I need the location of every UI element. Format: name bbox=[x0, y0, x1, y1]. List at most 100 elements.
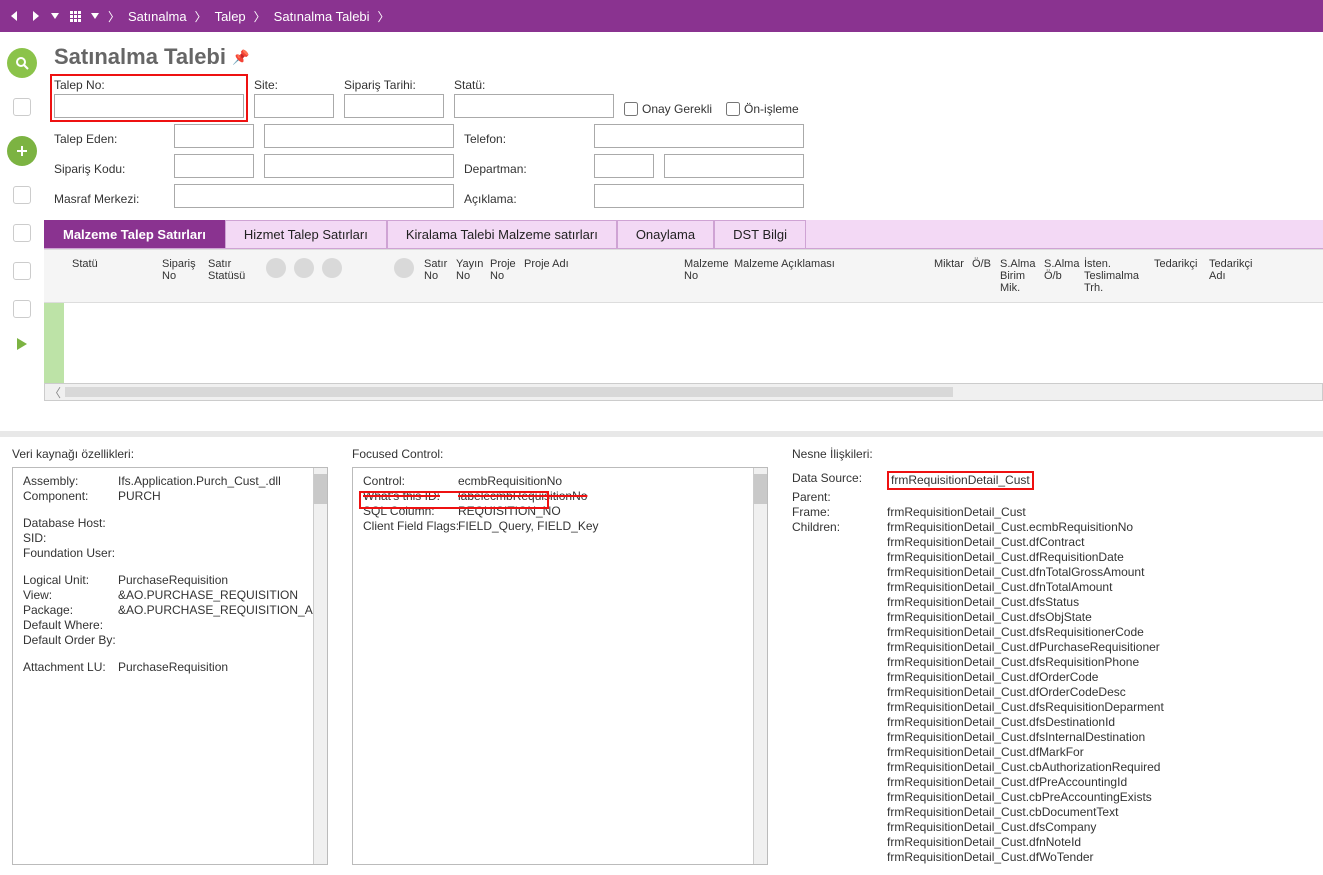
col-siparis-no[interactable]: Sipariş No bbox=[156, 256, 202, 296]
p3-children-label: Children: bbox=[792, 520, 887, 865]
nav-dropdown-icon[interactable] bbox=[46, 7, 64, 25]
breadcrumb-sep: 〉 bbox=[193, 8, 209, 25]
col-satir-statusu[interactable]: Satır Statüsü bbox=[202, 256, 262, 296]
p3-child-item: frmRequisitionDetail_Cust.dfsCompany bbox=[887, 820, 1311, 835]
col-miktar[interactable]: Miktar bbox=[928, 256, 966, 296]
p3-child-item: frmRequisitionDetail_Cust.dfRequisitionD… bbox=[887, 550, 1311, 565]
sidebar-expand-icon[interactable] bbox=[17, 338, 27, 350]
telefon-input[interactable] bbox=[594, 124, 804, 148]
talep-eden-code-input[interactable] bbox=[174, 124, 254, 148]
app-grid-dropdown-icon[interactable] bbox=[86, 7, 104, 25]
p3-child-item: frmRequisitionDetail_Cust.dfnTotalGrossA… bbox=[887, 565, 1311, 580]
grid-body[interactable] bbox=[44, 303, 1323, 383]
p3-frame-value: frmRequisitionDetail_Cust bbox=[887, 505, 1311, 520]
on-isleme-checkbox[interactable]: Ön-işleme bbox=[726, 102, 799, 116]
tab-dst-bilgi[interactable]: DST Bilgi bbox=[714, 220, 806, 248]
col-malzeme-aciklamasi[interactable]: Malzeme Açıklaması bbox=[728, 256, 928, 296]
panel2-title: Focused Control: bbox=[352, 447, 768, 461]
col-teslimalma-trh[interactable]: İsten. Teslimalma Trh. bbox=[1078, 256, 1148, 296]
nav-back-icon[interactable] bbox=[6, 7, 24, 25]
p3-child-item: frmRequisitionDetail_Cust.dfPurchaseRequ… bbox=[887, 640, 1311, 655]
sidebar-icon-5[interactable] bbox=[13, 300, 31, 318]
aciklama-input[interactable] bbox=[594, 184, 804, 208]
breadcrumb-sep: 〉 bbox=[376, 8, 392, 25]
talep-no-label: Talep No: bbox=[54, 78, 244, 92]
siparis-kodu-label: Sipariş Kodu: bbox=[54, 162, 164, 176]
col-salma-ob[interactable]: S.Alma Ö/b bbox=[1038, 256, 1078, 296]
siparis-kodu-code-input[interactable] bbox=[174, 154, 254, 178]
tab-kiralama-talebi[interactable]: Kiralama Talebi Malzeme satırları bbox=[387, 220, 617, 248]
app-grid-icon[interactable] bbox=[66, 7, 84, 25]
p3-child-item: frmRequisitionDetail_Cust.dfOrderCodeDes… bbox=[887, 685, 1311, 700]
p3-child-item: frmRequisitionDetail_Cust.dfnNoteId bbox=[887, 835, 1311, 850]
page-title: Satınalma Talebi bbox=[54, 44, 226, 70]
p1-component-label: Component: bbox=[23, 489, 118, 504]
breadcrumb-3[interactable]: Satınalma Talebi bbox=[270, 9, 374, 24]
col-tedarikci-adi[interactable]: Tedarikçi Adı bbox=[1203, 256, 1258, 296]
p1-deforder-value bbox=[118, 633, 324, 648]
nav-forward-icon[interactable] bbox=[26, 7, 44, 25]
sidebar-icon-4[interactable] bbox=[13, 262, 31, 280]
p1-defwhere-value bbox=[118, 618, 324, 633]
onay-gerekli-checkbox[interactable]: Onay Gerekli bbox=[624, 102, 712, 116]
grid-row-marker bbox=[44, 303, 64, 383]
departman-code-input[interactable] bbox=[594, 154, 654, 178]
col-salma-birim[interactable]: S.Alma Birim Mik. bbox=[994, 256, 1038, 296]
siparis-kodu-desc-input[interactable] bbox=[264, 154, 454, 178]
tab-onaylama[interactable]: Onaylama bbox=[617, 220, 714, 248]
pin-icon[interactable]: 📌 bbox=[232, 49, 249, 66]
col-satir-no[interactable]: Satır No bbox=[418, 256, 450, 296]
talep-eden-name-input[interactable] bbox=[264, 124, 454, 148]
add-button[interactable] bbox=[7, 136, 37, 166]
p1-lu-label: Logical Unit: bbox=[23, 573, 118, 588]
breadcrumb-1[interactable]: Satınalma bbox=[124, 9, 191, 24]
col-circle-4[interactable] bbox=[394, 258, 414, 278]
p1-component-value: PURCH bbox=[118, 489, 324, 504]
grid-hscroll[interactable]: 〈 bbox=[44, 383, 1323, 401]
col-circle-3[interactable] bbox=[322, 258, 342, 278]
p3-child-item: frmRequisitionDetail_Cust.dfsRequisition… bbox=[887, 625, 1311, 640]
panel2-scrollbar[interactable] bbox=[753, 468, 767, 864]
tab-malzeme-talep[interactable]: Malzeme Talep Satırları bbox=[44, 220, 225, 248]
panel1-scrollbar[interactable] bbox=[313, 468, 327, 864]
site-input[interactable] bbox=[254, 94, 334, 118]
col-circle-2[interactable] bbox=[294, 258, 314, 278]
p1-attlu-label: Attachment LU: bbox=[23, 660, 118, 675]
col-statu[interactable]: Statü bbox=[66, 256, 156, 296]
col-circle-1[interactable] bbox=[266, 258, 286, 278]
p3-child-item: frmRequisitionDetail_Cust.dfContract bbox=[887, 535, 1311, 550]
departman-desc-input[interactable] bbox=[664, 154, 804, 178]
siparis-tarihi-input[interactable] bbox=[344, 94, 444, 118]
talep-no-input[interactable] bbox=[54, 94, 244, 118]
p3-child-item: frmRequisitionDetail_Cust.dfsRequisition… bbox=[887, 700, 1311, 715]
col-malzeme-no[interactable]: Malzeme No bbox=[678, 256, 728, 296]
form-area: Talep No: Site: Sipariş Tarihi: Statü: O… bbox=[44, 74, 1323, 220]
sidebar-icon-3[interactable] bbox=[13, 224, 31, 242]
p3-children-list: frmRequisitionDetail_Cust.ecmbRequisitio… bbox=[887, 520, 1311, 865]
col-ob[interactable]: Ö/B bbox=[966, 256, 994, 296]
tab-hizmet-talep[interactable]: Hizmet Talep Satırları bbox=[225, 220, 387, 248]
masraf-merkezi-input[interactable] bbox=[174, 184, 454, 208]
p1-defwhere-label: Default Where: bbox=[23, 618, 118, 633]
statu-input[interactable] bbox=[454, 94, 614, 118]
p3-frame-label: Frame: bbox=[792, 505, 887, 520]
p2-flags-label: Client Field Flags: bbox=[363, 519, 458, 534]
search-button[interactable] bbox=[7, 48, 37, 78]
p1-dbhost-value bbox=[118, 516, 324, 531]
p2-control-value: ecmbRequisitionNo bbox=[458, 474, 757, 489]
p2-sqlcol-value: REQUISITION_NO bbox=[458, 504, 757, 519]
col-yayin-no[interactable]: Yayın No bbox=[450, 256, 484, 296]
p1-founduser-value bbox=[118, 546, 324, 561]
p3-datasource-label: Data Source: bbox=[792, 471, 887, 490]
sidebar-icon-2[interactable] bbox=[13, 186, 31, 204]
p3-child-item: frmRequisitionDetail_Cust.cbDocumentText bbox=[887, 805, 1311, 820]
col-proje-no[interactable]: Proje No bbox=[484, 256, 518, 296]
breadcrumb-2[interactable]: Talep bbox=[211, 9, 250, 24]
p3-child-item: frmRequisitionDetail_Cust.dfOrderCode bbox=[887, 670, 1311, 685]
col-proje-adi[interactable]: Proje Adı bbox=[518, 256, 678, 296]
p3-child-item: frmRequisitionDetail_Cust.dfMarkFor bbox=[887, 745, 1311, 760]
grid-header: Statü Sipariş No Satır Statüsü Satır No … bbox=[44, 249, 1323, 303]
sidebar-icon-1[interactable] bbox=[13, 98, 31, 116]
debug-panels: Veri kaynağı özellikleri: Assembly: Ifs.… bbox=[0, 431, 1323, 875]
col-tedarikci[interactable]: Tedarikçi bbox=[1148, 256, 1203, 296]
